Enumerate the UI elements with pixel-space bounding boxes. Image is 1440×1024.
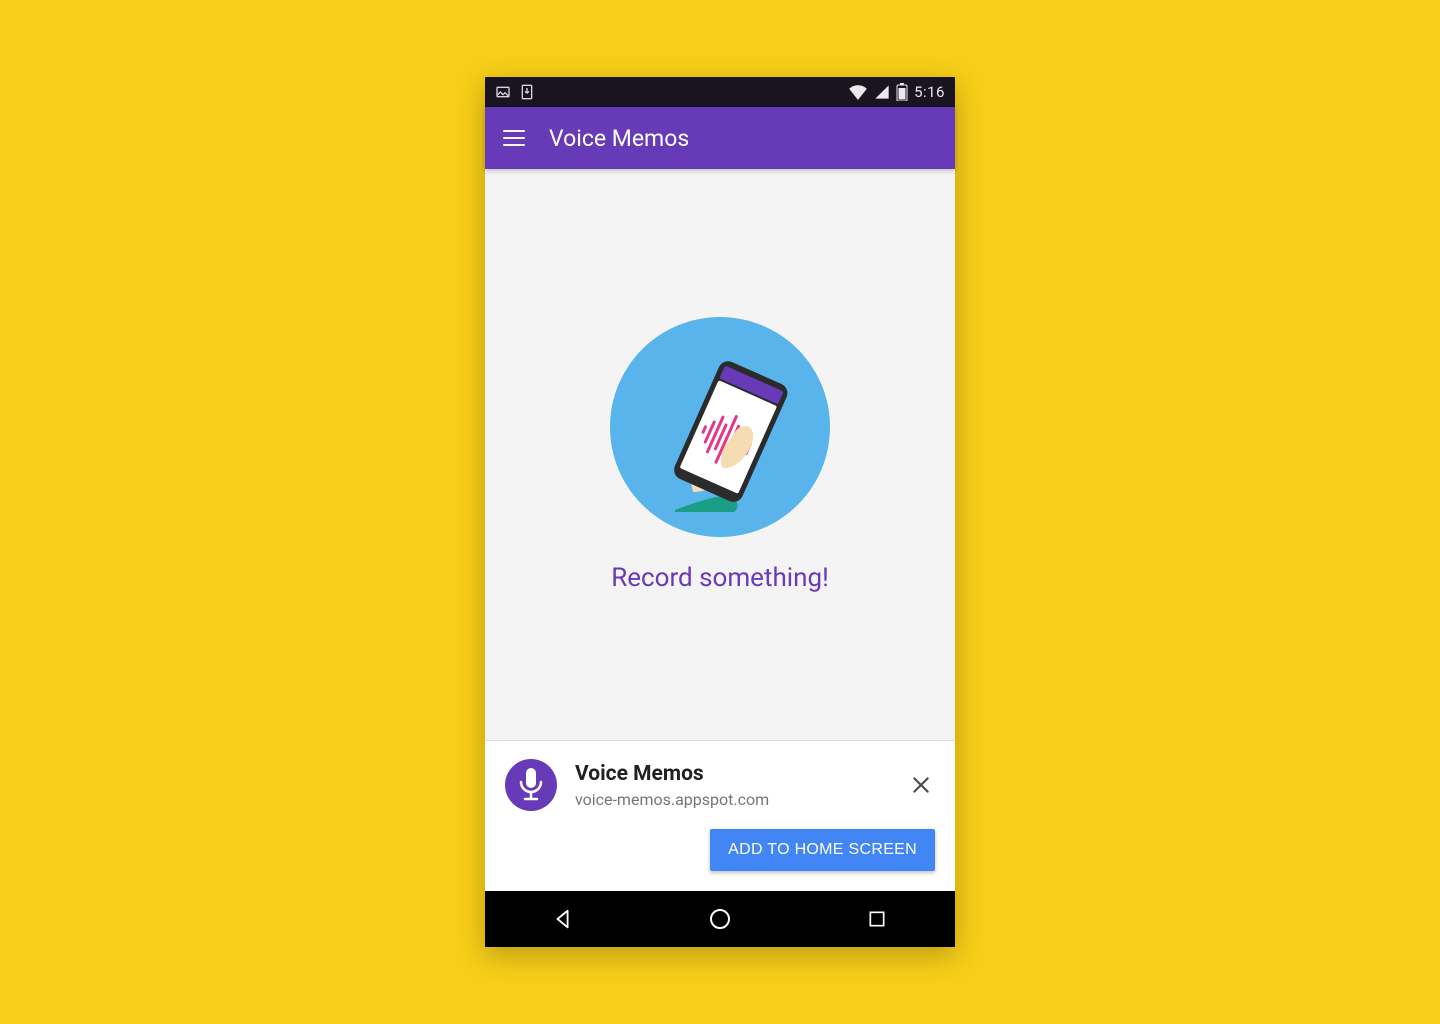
recents-icon[interactable] [857,899,897,939]
app-title: Voice Memos [549,125,689,152]
banner-app-name: Voice Memos [575,762,889,786]
empty-state: Record something! [485,169,955,740]
status-bar: 5:16 [485,77,955,107]
cell-signal-icon [874,84,890,100]
download-notification-icon [519,83,535,101]
record-illustration [610,317,830,537]
add-to-home-screen-button[interactable]: ADD TO HOME SCREEN [710,829,935,871]
wifi-icon [848,84,868,100]
phone-frame: 5:16 Voice Memos [485,77,955,947]
status-time: 5:16 [914,83,945,101]
microphone-icon [505,759,557,811]
add-to-homescreen-banner: Voice Memos voice-memos.appspot.com ADD … [485,740,955,891]
image-notification-icon [495,84,511,100]
app-bar: Voice Memos [485,107,955,169]
system-nav-bar [485,891,955,947]
empty-state-text: Record something! [611,563,829,593]
close-icon[interactable] [907,771,935,799]
hamburger-icon[interactable] [503,130,525,146]
banner-app-meta: Voice Memos voice-memos.appspot.com [575,762,889,809]
banner-app-host: voice-memos.appspot.com [575,790,889,809]
home-icon[interactable] [700,899,740,939]
back-icon[interactable] [543,899,583,939]
battery-icon [896,83,908,101]
